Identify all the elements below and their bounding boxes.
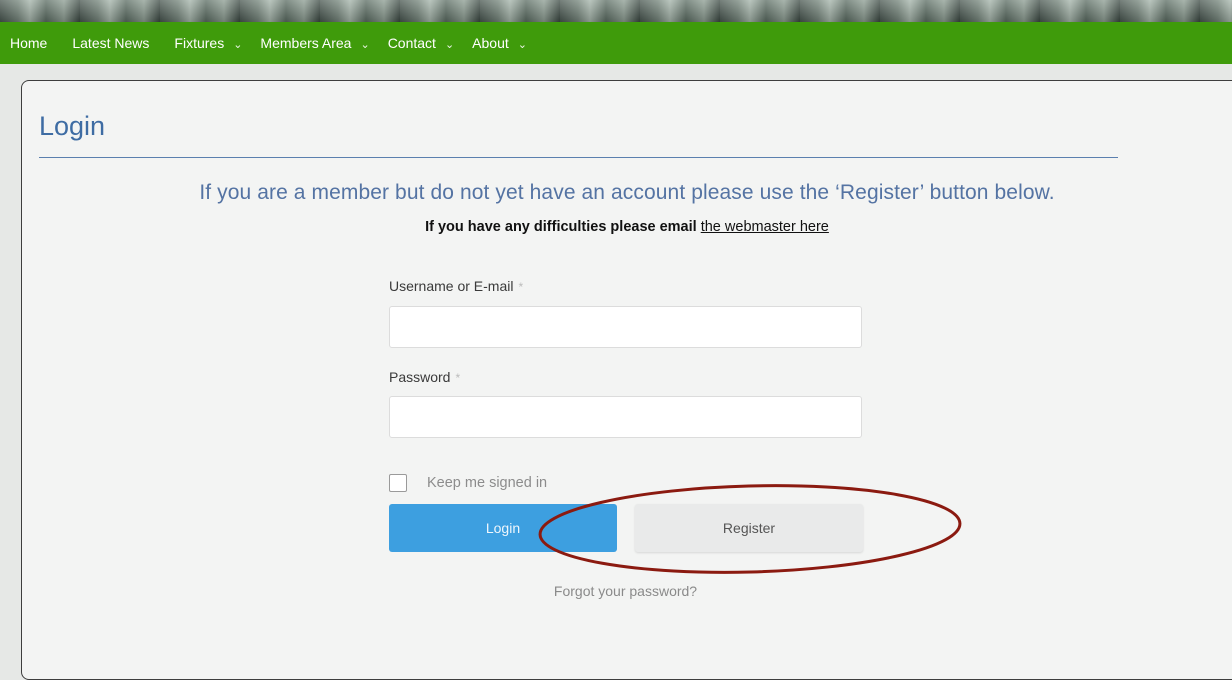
keep-signed-in-checkbox[interactable] xyxy=(389,474,407,492)
chevron-down-icon: ⌄ xyxy=(444,38,455,51)
chevron-down-icon: ⌄ xyxy=(517,38,527,51)
main-navigation: Home Latest News Fixtures ⌄ Members Area… xyxy=(0,22,1232,64)
password-label-text: Password xyxy=(389,369,451,385)
username-label: Username or E-mail * xyxy=(389,278,523,294)
nav-item-label: About xyxy=(472,35,509,51)
nav-item-label: Home xyxy=(10,35,48,51)
password-label: Password * xyxy=(389,369,460,385)
nav-item-label: Latest News xyxy=(72,35,150,51)
register-button[interactable]: Register xyxy=(635,504,863,552)
login-card: Login If you are a member but do not yet… xyxy=(21,80,1232,680)
nav-item-latest-news[interactable]: Latest News xyxy=(63,22,165,64)
nav-item-contact[interactable]: Contact ⌄ xyxy=(379,22,463,64)
forgot-password-link[interactable]: Forgot your password? xyxy=(389,583,862,599)
nav-item-fixtures[interactable]: Fixtures ⌄ xyxy=(165,22,251,64)
nav-item-members-area[interactable]: Members Area ⌄ xyxy=(251,22,378,64)
title-divider xyxy=(39,157,1118,158)
password-input[interactable] xyxy=(389,396,862,438)
keep-signed-in-row: Keep me signed in xyxy=(389,474,547,492)
nav-item-label: Members Area xyxy=(260,35,352,51)
help-text: If you have any difficulties please emai… xyxy=(22,219,1232,235)
help-text-label: If you have any difficulties please emai… xyxy=(425,219,697,235)
chevron-down-icon: ⌄ xyxy=(233,38,243,51)
register-instructions: If you are a member but do not yet have … xyxy=(199,181,1055,204)
nav-item-label: Fixtures xyxy=(174,35,225,51)
required-marker: * xyxy=(518,280,524,294)
nav-item-home[interactable]: Home xyxy=(0,22,63,64)
username-input[interactable] xyxy=(389,306,862,348)
keep-signed-in-label[interactable]: Keep me signed in xyxy=(427,475,547,491)
chevron-down-icon: ⌄ xyxy=(360,38,370,51)
webmaster-email-link[interactable]: the webmaster here xyxy=(701,219,829,235)
header-banner-image xyxy=(0,0,1232,22)
nav-item-label: Contact xyxy=(387,35,436,51)
required-marker: * xyxy=(455,371,461,385)
login-button[interactable]: Login xyxy=(389,504,617,552)
username-label-text: Username or E-mail xyxy=(389,278,514,294)
page-title: Login xyxy=(39,111,106,141)
nav-item-about[interactable]: About ⌄ xyxy=(463,22,536,64)
